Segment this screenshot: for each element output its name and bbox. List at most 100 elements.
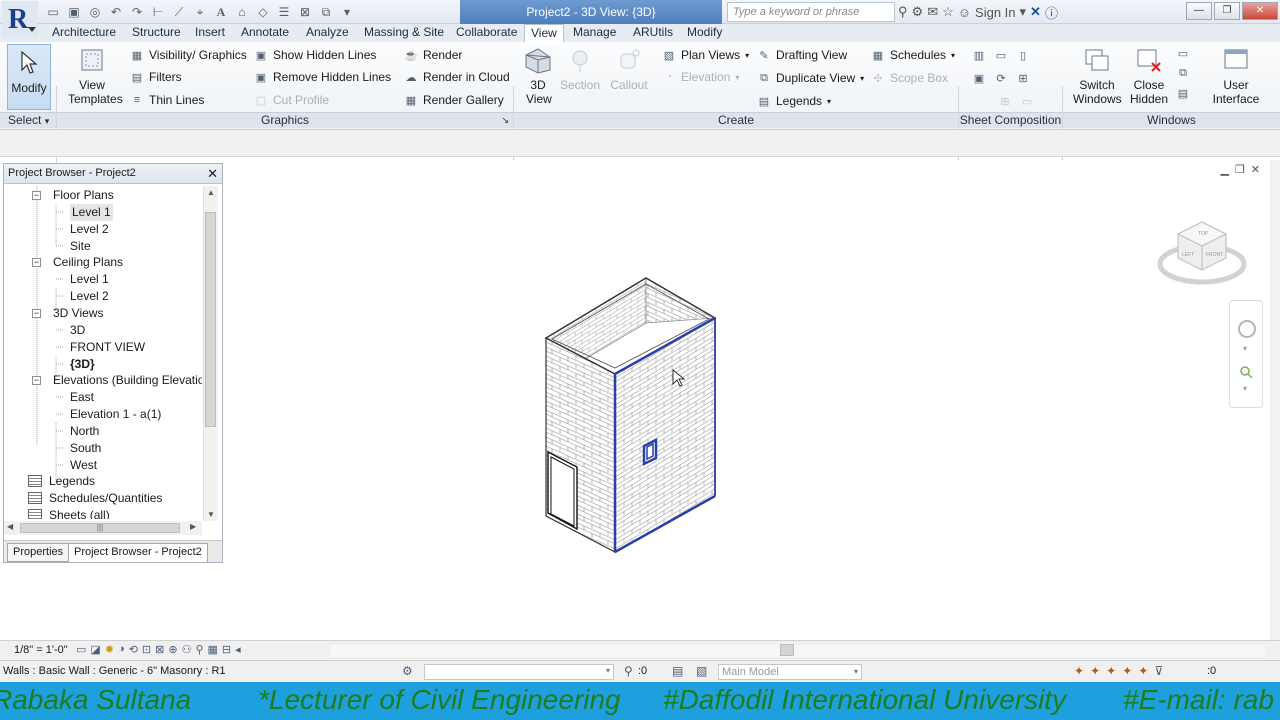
plan-views-button[interactable]: ▧ Plan Views ▾ <box>662 46 749 64</box>
title-block-icon[interactable]: ▭ <box>994 48 1008 62</box>
tile-icon[interactable]: ▤ <box>1176 86 1190 100</box>
collapse-toggle-icon[interactable]: − <box>32 258 41 267</box>
tree-item[interactable]: Schedules/Quantities <box>49 490 162 507</box>
tree-category[interactable]: Ceiling Plans <box>53 254 123 271</box>
crop-view-icon[interactable]: ⊡ <box>142 643 151 656</box>
visual-style-icon[interactable]: ◪ <box>90 643 100 656</box>
search-input[interactable]: Type a keyword or phrase <box>727 2 895 22</box>
tab-view[interactable]: View <box>524 24 564 42</box>
visibility-graphics-button[interactable]: ▦ Visibility/ Graphics <box>130 46 247 64</box>
sync-icon[interactable]: ◎ <box>86 3 104 21</box>
drafting-view-button[interactable]: ✎ Drafting View <box>757 46 847 64</box>
section-icon[interactable]: ◇ <box>254 3 272 21</box>
tree-item[interactable]: Sheets (all) <box>49 507 110 519</box>
undo-icon[interactable]: ↶ <box>107 3 125 21</box>
select-underlay-icon[interactable]: ✦ <box>1090 664 1100 678</box>
legends-button[interactable]: ▤ Legends ▾ <box>757 92 831 110</box>
tree-item[interactable]: Elevation 1 - a(1) <box>70 406 161 423</box>
tab-architecture[interactable]: Architecture <box>46 24 122 42</box>
open-icon[interactable]: ▭ <box>44 3 62 21</box>
tree-category[interactable]: Elevations (Building Elevation <box>53 372 202 389</box>
exclude-options-icon[interactable]: ▧ <box>696 664 707 678</box>
tree-category[interactable]: 3D Views <box>53 305 103 322</box>
collapse-toggle-icon[interactable]: − <box>32 376 41 385</box>
schedules-button[interactable]: ▦ Schedules ▾ <box>871 46 955 64</box>
minimize-button[interactable]: — <box>1186 2 1212 20</box>
section-button[interactable]: Section <box>560 46 600 92</box>
view-scale[interactable]: 1/8" = 1'-0" <box>14 644 68 656</box>
viewcube-icon[interactable]: TOP LEFT FRONT <box>1156 214 1248 292</box>
vertical-scroll-thumb[interactable] <box>205 212 216 427</box>
cascade-icon[interactable]: ⧉ <box>1176 66 1190 80</box>
redo-icon[interactable]: ↷ <box>128 3 146 21</box>
close-button[interactable]: ✕ <box>1242 2 1278 20</box>
tree-item[interactable]: 3D <box>70 322 85 339</box>
sun-path-icon[interactable]: ✹ <box>105 643 114 656</box>
select-links-icon[interactable]: ✦ <box>1074 664 1084 678</box>
render-button[interactable]: ☕ Render <box>404 46 462 64</box>
analytical-model-icon[interactable]: ⊟ <box>222 643 231 656</box>
save-icon[interactable]: ▣ <box>65 3 83 21</box>
scroll-left-icon[interactable]: ◀ <box>7 522 13 531</box>
maximize-button[interactable]: ❐ <box>1214 2 1240 20</box>
render-gallery-button[interactable]: ▦ Render Gallery <box>404 91 504 109</box>
tree-category[interactable]: Floor Plans <box>53 187 114 204</box>
select-by-face-icon[interactable]: ✦ <box>1122 664 1132 678</box>
exchange-icon[interactable]: ✕ <box>1030 4 1041 20</box>
design-option-dropdown[interactable]: Main Model ▾ <box>718 664 862 680</box>
tree-item[interactable]: West <box>70 457 97 474</box>
minimize-view-icon[interactable]: ▁ <box>1220 163 1228 176</box>
view-reference-icon[interactable]: ▭ <box>1020 94 1034 108</box>
text-icon[interactable]: A <box>212 3 230 21</box>
close-hidden-icon[interactable]: ⊠ <box>296 3 314 21</box>
binoculars-icon[interactable]: ⚲ <box>898 4 908 20</box>
render-in-cloud-button[interactable]: ☁ Render in Cloud <box>404 68 510 86</box>
view-horizontal-scroll-thumb[interactable] <box>780 644 794 656</box>
scroll-down-icon[interactable]: ▼ <box>207 510 215 519</box>
subscription-icon[interactable]: ⚙ <box>912 4 924 20</box>
tab-analyze[interactable]: Analyze <box>300 24 355 42</box>
favorites-icon[interactable]: ☆ <box>942 4 954 20</box>
collapse-toggle-icon[interactable]: − <box>32 191 41 200</box>
sign-in-link[interactable]: Sign In <box>975 5 1015 20</box>
tree-item[interactable]: Level 1 <box>70 204 113 221</box>
switch-windows-icon[interactable]: ⧉ <box>317 3 335 21</box>
lock-view-icon[interactable]: ⊕ <box>168 643 177 656</box>
select-pinned-icon[interactable]: ✦ <box>1106 664 1116 678</box>
duplicate-view-button[interactable]: ⧉ Duplicate View ▾ <box>757 69 864 87</box>
help-icon[interactable]: ⓘ <box>1045 3 1058 22</box>
drag-elements-icon[interactable]: ✦ <box>1138 664 1148 678</box>
switch-windows-button[interactable]: Switch Windows <box>1070 46 1124 106</box>
sheet-icon[interactable]: ▥ <box>972 48 986 62</box>
rendering-icon[interactable]: ⟲ <box>129 643 138 656</box>
tree-item[interactable]: Site <box>70 238 91 255</box>
thin-lines-icon[interactable]: ☰ <box>275 3 293 21</box>
worksets-icon[interactable]: ⚙ <box>402 664 413 678</box>
project-browser-tab[interactable]: Project Browser - Project2 <box>68 543 208 562</box>
shadows-icon[interactable]: ◑ <box>118 643 125 656</box>
properties-tab[interactable]: Properties <box>7 543 70 562</box>
view-templates-button[interactable]: View Templates <box>62 46 123 106</box>
tab-manage[interactable]: Manage <box>567 24 622 42</box>
detail-level-icon[interactable]: ▭ <box>76 643 86 656</box>
remove-hidden-lines-button[interactable]: ▣ Remove Hidden Lines <box>254 68 391 86</box>
elevation-button[interactable]: ◔ Elevation ▾ <box>662 68 740 86</box>
viewports-icon[interactable]: ⊞ <box>998 94 1012 108</box>
tab-structure[interactable]: Structure <box>126 24 187 42</box>
editable-only-icon[interactable]: ⚲ <box>624 664 633 678</box>
tab-arutils[interactable]: ARUtils <box>627 24 679 42</box>
steering-wheel-icon[interactable]: ▾ ▾ <box>1230 301 1264 409</box>
tree-item[interactable]: East <box>70 389 94 406</box>
workset-dropdown[interactable]: ▾ <box>424 664 614 680</box>
tag-icon[interactable]: ⌖ <box>191 3 209 21</box>
tree-item[interactable]: South <box>70 440 101 457</box>
scroll-left-icon[interactable]: ◂ <box>235 643 241 656</box>
filter-icon[interactable]: ⊽ <box>1154 664 1163 678</box>
3d-view-button[interactable]: 3D View <box>520 46 556 106</box>
horizontal-scroll-thumb[interactable]: ||| <box>20 523 180 533</box>
revit-logo-icon[interactable]: R <box>2 1 38 37</box>
tree-item[interactable]: FRONT VIEW <box>70 339 145 356</box>
scroll-right-icon[interactable]: ▶ <box>190 522 196 531</box>
close-view-icon[interactable]: ✕ <box>1251 163 1260 176</box>
select-panel-label[interactable]: Select ▾ <box>0 112 56 128</box>
